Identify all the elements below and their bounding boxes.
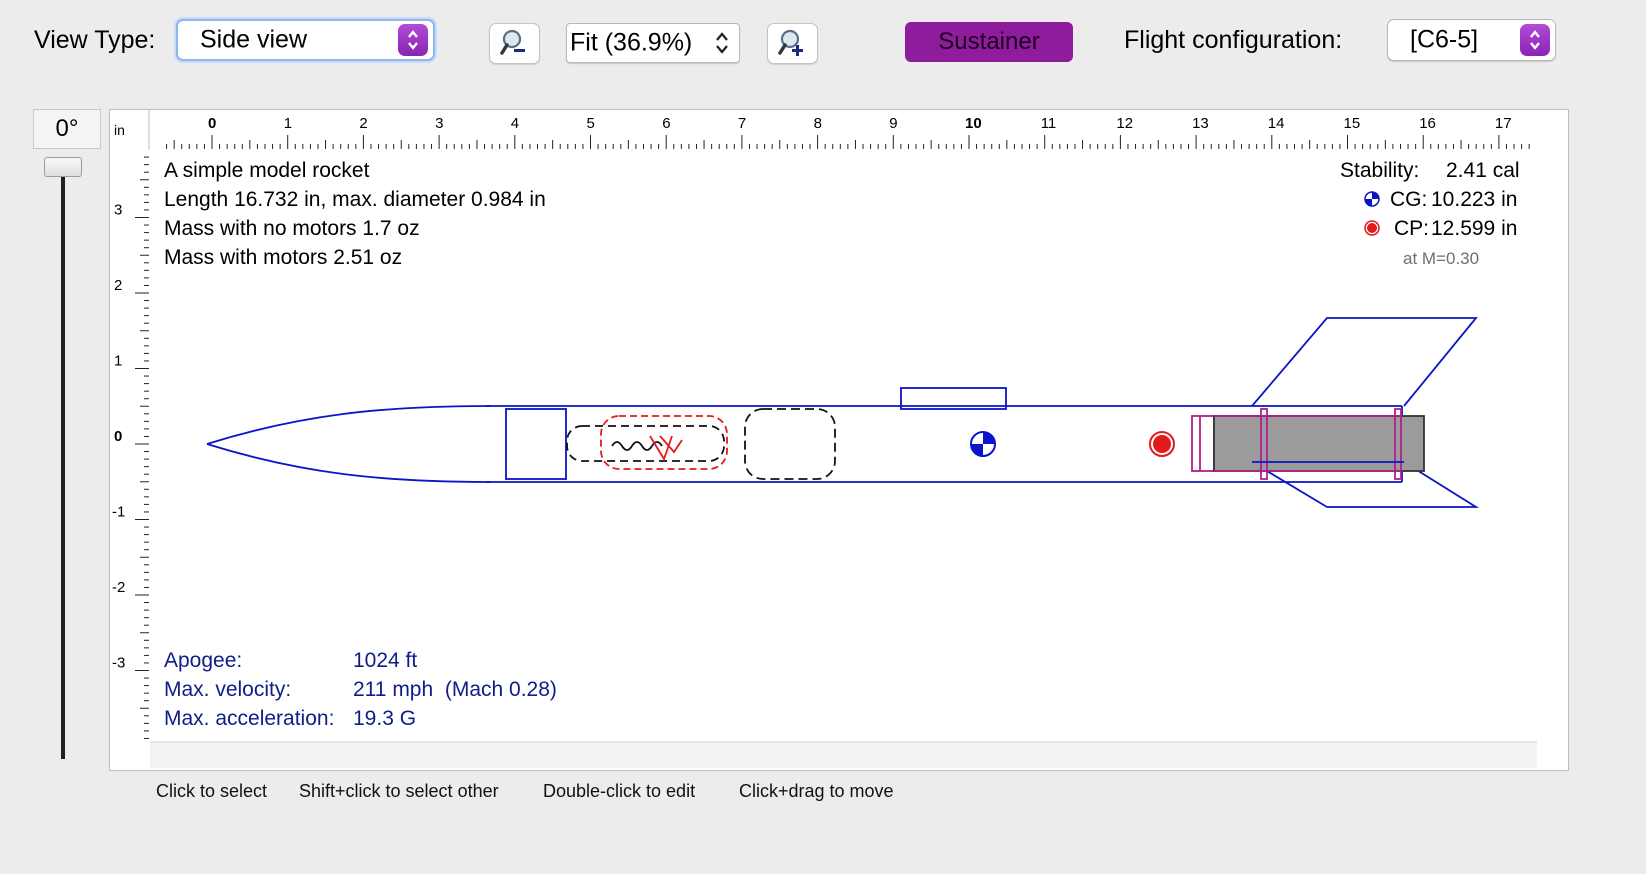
h-tick-label: 10 [965, 115, 982, 132]
h-tick-label: 0 [208, 115, 216, 132]
h-tick-label: 1 [284, 115, 292, 132]
h-tick-label: 6 [662, 115, 670, 132]
fin-upper[interactable] [1251, 317, 1478, 407]
h-tick-label: 16 [1419, 115, 1436, 132]
v-tick-label: 3 [114, 202, 122, 219]
hint-double-click: Double-click to edit [543, 781, 696, 801]
cp-label: CP: [1394, 217, 1430, 240]
h-tick-label: 3 [435, 115, 443, 132]
h-tick-label: 14 [1268, 115, 1285, 132]
velocity-value: 211 mph (Mach 0.28) [353, 678, 557, 701]
cp-value: 12.599 in [1431, 217, 1518, 240]
cg-value: 10.223 in [1431, 188, 1518, 211]
design-name: A simple model rocket [164, 159, 370, 182]
rocket-drawing[interactable] [206, 317, 1480, 508]
h-tick-label: 7 [738, 115, 746, 132]
stability-value: 2.41 cal [1446, 159, 1520, 182]
ruler-unit: in [114, 122, 125, 138]
stability-label: Stability: [1340, 159, 1420, 182]
h-tick-label: 8 [814, 115, 822, 132]
hint-click-select: Click to select [156, 781, 268, 801]
v-tick-label: -2 [112, 579, 125, 596]
velocity-label: Max. velocity: [164, 678, 292, 701]
mach-note: at M=0.30 [1403, 249, 1480, 268]
hint-shift-click: Shift+click to select other [299, 781, 499, 801]
shock-cord[interactable] [566, 425, 725, 462]
cg-marker-icon [970, 431, 996, 457]
cp-marker-icon [1149, 431, 1175, 457]
apogee-label: Apogee: [164, 649, 243, 672]
h-tick-label: 2 [359, 115, 367, 132]
v-tick-label: -1 [112, 504, 125, 521]
engine-block[interactable] [1191, 415, 1215, 472]
design-mass-no-motor: Mass with no motors 1.7 oz [164, 217, 420, 240]
cg-label: CG: [1390, 188, 1428, 211]
h-tick-label: 12 [1116, 115, 1133, 132]
h-tick-label: 11 [1041, 115, 1057, 132]
accel-value: 19.3 G [353, 707, 417, 730]
accel-label: Max. acceleration: [164, 707, 335, 730]
mass-component[interactable] [744, 408, 836, 480]
horizontal-scrollbar[interactable] [150, 742, 1537, 768]
v-tick-label: 0 [114, 428, 122, 445]
apogee-value: 1024 ft [353, 649, 418, 672]
h-tick-label: 9 [889, 115, 897, 132]
h-tick-label: 4 [511, 115, 519, 132]
h-tick-label: 15 [1344, 115, 1361, 132]
v-tick-label: -3 [112, 655, 125, 672]
nose-shoulder[interactable] [505, 408, 567, 480]
parachute-lines [649, 435, 683, 462]
hint-drag: Click+drag to move [739, 781, 894, 801]
h-tick-label: 5 [587, 115, 595, 132]
h-tick-label: 13 [1192, 115, 1209, 132]
cg-legend-icon [1364, 191, 1380, 207]
v-tick-label: 2 [114, 277, 122, 294]
h-tick-label: 17 [1495, 115, 1512, 132]
nose-cone[interactable] [206, 405, 491, 483]
design-length: Length 16.732 in, max. diameter 0.984 in [164, 188, 546, 211]
cp-legend-icon [1364, 220, 1380, 236]
rocket-canvas[interactable]: in 0 1 2 3 4 5 6 7 8 9 10 11 12 13 14 15 16 17 3210-1-2-3 [0, 0, 1646, 874]
design-mass-with-motor: Mass with motors 2.51 oz [164, 246, 403, 269]
v-tick-label: 1 [114, 353, 122, 370]
